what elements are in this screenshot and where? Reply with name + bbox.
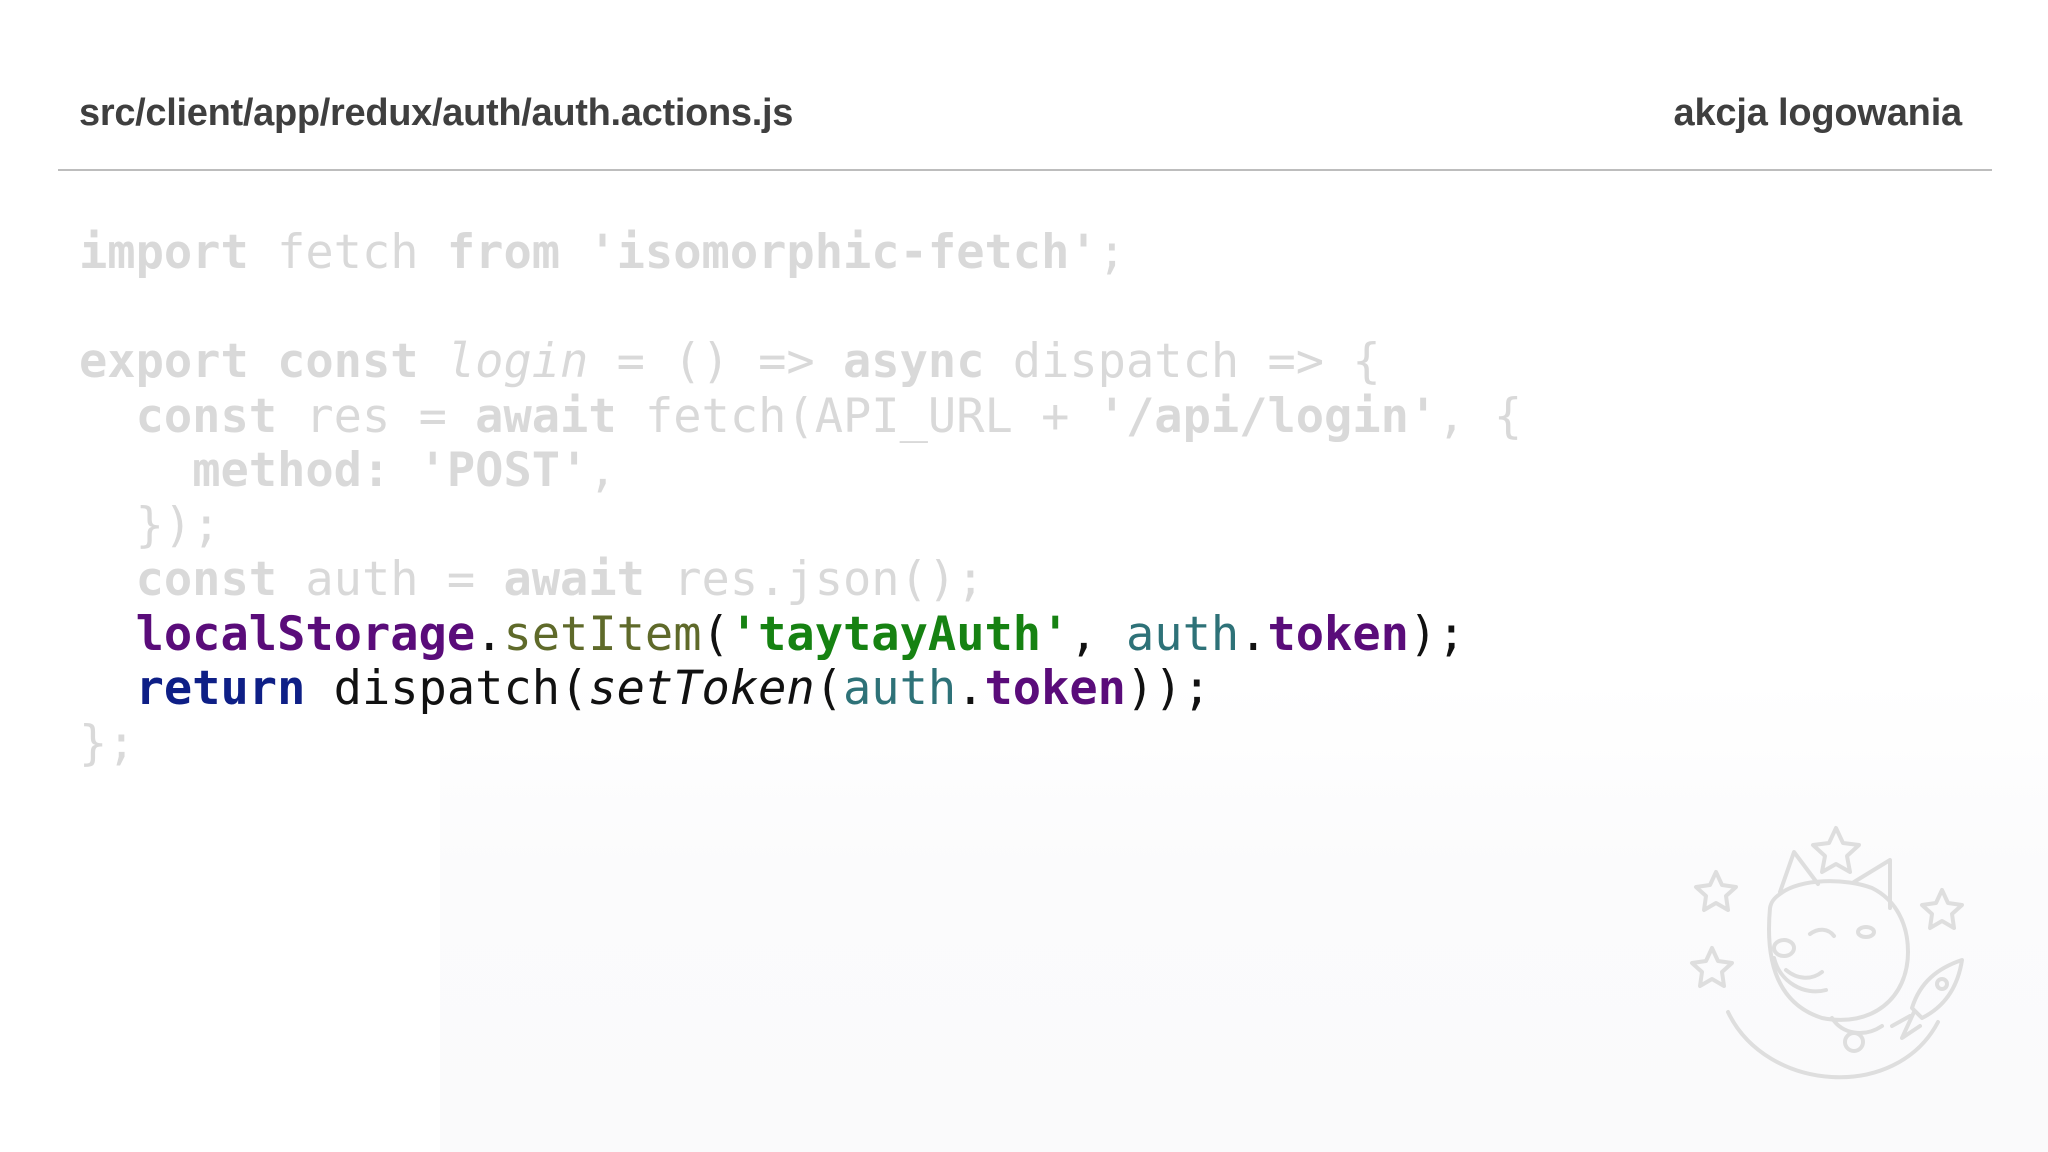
operator-equals: = (418, 388, 447, 444)
api-path-string: '/api/login' (1097, 388, 1438, 444)
code-block: import fetch from 'isomorphic-fetch'; ex… (79, 225, 1523, 772)
keyword-async: async (843, 334, 985, 389)
identifier-fetch: fetch (277, 225, 419, 280)
keyword-const: const (135, 388, 278, 444)
identifier-auth: auth (305, 552, 419, 607)
code-line-7: const auth = await res.json(); (79, 552, 1522, 608)
code-line-4: const res = await fetch(API_URL + '/api/… (79, 388, 1523, 445)
arrow-operator: => (758, 334, 815, 389)
keyword-export: export (79, 334, 249, 389)
method-setitem: setItem (503, 606, 702, 662)
identifier-localstorage: localStorage (135, 606, 476, 662)
operator-equals: = (446, 552, 476, 607)
code-line-6: }); (79, 497, 1522, 554)
close-parens: )); (1125, 661, 1211, 716)
code-line-9: return dispatch(setToken(auth.token)); (79, 661, 1522, 717)
open-brace: { (1352, 334, 1381, 389)
property-token: token (984, 661, 1126, 716)
close-brace: }; (79, 715, 136, 771)
keyword-await: await (503, 552, 645, 607)
operator-equals: = (616, 334, 645, 389)
dot: . (475, 606, 504, 662)
keyword-return: return (135, 661, 306, 716)
identifier-res: res (305, 388, 391, 444)
fetch-call: fetch(API_URL + (644, 388, 1070, 444)
identifier-login: login (446, 334, 589, 389)
keyword-import: import (79, 225, 249, 280)
slide-title: akcja logowania (1673, 92, 1963, 134)
code-line-8: localStorage.setItem('taytayAuth', auth.… (79, 606, 1522, 663)
comma: , (1069, 606, 1126, 662)
code-line-10: }; (79, 715, 1522, 772)
json-call: res.json(); (673, 552, 985, 607)
file-path-heading: src/client/app/redux/auth/auth.actions.j… (79, 92, 794, 134)
storage-key-string: 'taytayAuth' (729, 606, 1070, 662)
dot: . (956, 661, 985, 716)
keyword-const: const (135, 552, 278, 607)
close-paren: ); (1408, 606, 1466, 662)
function-settoken: setToken (588, 661, 815, 716)
doge-astronaut-icon (1690, 826, 1964, 1080)
dispatch-call: dispatch( (305, 661, 589, 716)
property-method: method: (192, 443, 391, 498)
keyword-from: from (446, 225, 561, 280)
property-token: token (1267, 606, 1409, 662)
method-value-string: 'POST' (418, 443, 589, 498)
header-divider (58, 169, 1992, 171)
code-line-1: import fetch from 'isomorphic-fetch'; (79, 225, 1522, 281)
semicolon: ; (1097, 225, 1126, 280)
module-string: 'isomorphic-fetch' (588, 225, 1098, 280)
arrow-operator: => (1267, 334, 1325, 389)
dot: . (1239, 606, 1268, 662)
code-line-5: method: 'POST', (79, 443, 1522, 499)
options-close: }); (135, 497, 221, 553)
slide: src/client/app/redux/auth/auth.actions.j… (0, 0, 2048, 1152)
keyword-const: const (277, 334, 419, 389)
code-line-3: export const login = () => async dispatc… (79, 334, 1522, 390)
open-paren: ( (701, 606, 730, 662)
comma: , (588, 443, 617, 498)
identifier-dispatch: dispatch (1012, 334, 1240, 389)
options-open: , { (1437, 388, 1523, 444)
identifier-auth: auth (1125, 606, 1240, 662)
keyword-await: await (475, 388, 617, 444)
open-paren: ( (814, 661, 844, 716)
empty-args: () (673, 334, 730, 389)
identifier-auth: auth (843, 661, 957, 716)
